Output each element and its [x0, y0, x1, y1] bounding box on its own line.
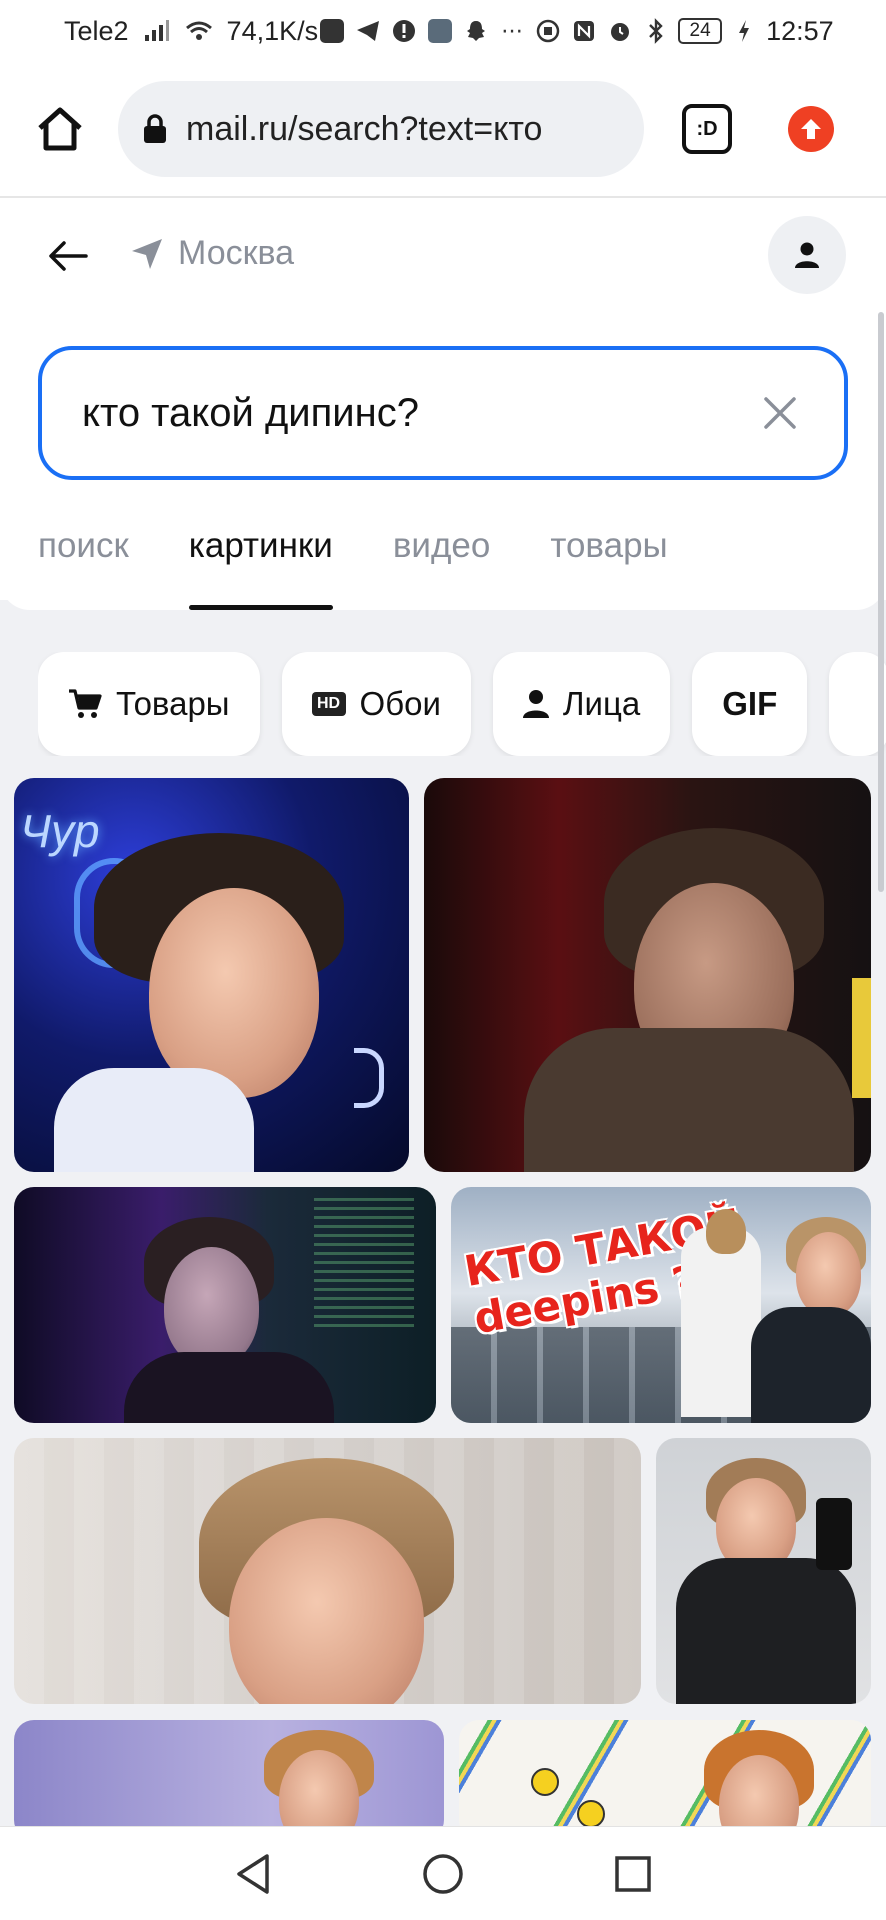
search-input[interactable]: кто такой дипинс? — [38, 346, 848, 480]
nav-home-button[interactable] — [413, 1844, 473, 1904]
app-notification-icon — [426, 17, 454, 45]
arrow-left-icon — [49, 241, 88, 271]
square-recents-icon — [615, 1855, 651, 1892]
search-query: кто такой дипинс? — [82, 390, 419, 435]
chip-wallpapers[interactable]: HD Обои — [281, 652, 471, 756]
system-navigation-bar — [0, 1826, 886, 1920]
nav-back-button[interactable] — [223, 1844, 283, 1904]
more-notifications-icon: ⋯ — [501, 18, 524, 43]
neon-text: Чур — [20, 805, 100, 857]
signal-icon — [143, 17, 171, 45]
tabs-button[interactable]: :D — [682, 104, 732, 154]
user-icon — [795, 242, 819, 268]
url-text: mail.ru/search?text=кто — [186, 109, 543, 148]
chip-faces-label: Лица — [562, 685, 641, 722]
image-result[interactable] — [14, 1720, 444, 1840]
data-icon — [534, 17, 562, 45]
image-result[interactable] — [14, 1187, 436, 1423]
location-label: Москва — [178, 234, 295, 272]
chip-wallpapers-label: Обои — [359, 685, 441, 722]
wifi-icon — [185, 17, 213, 45]
tab-products[interactable]: товары — [550, 520, 667, 610]
location-arrow-icon — [132, 238, 162, 269]
browser-toolbar: mail.ru/search?text=кто :D — [0, 62, 886, 198]
tab-video[interactable]: видео — [393, 520, 491, 610]
update-button[interactable] — [788, 106, 834, 152]
circle-home-icon — [423, 1853, 463, 1894]
telegram-icon — [354, 17, 382, 45]
image-result[interactable]: КТО ТАКОЙ deepins ? — [451, 1187, 871, 1423]
arrow-up-icon — [801, 119, 821, 139]
nav-recents-button[interactable] — [603, 1844, 663, 1904]
alarm-icon — [606, 17, 634, 45]
address-bar[interactable]: mail.ru/search?text=кто — [118, 81, 644, 177]
chip-products-label: Товары — [116, 685, 230, 722]
home-icon — [38, 107, 82, 151]
triangle-back-icon — [237, 1853, 269, 1894]
page-scrollbar[interactable] — [878, 312, 884, 892]
person-icon — [522, 690, 549, 718]
cart-icon — [69, 689, 102, 718]
search-tabs: поиск картинки видео товары — [38, 520, 668, 610]
image-result[interactable]: Чур — [14, 778, 409, 1172]
youtube-icon — [318, 17, 346, 45]
lock-icon — [144, 114, 166, 143]
back-button[interactable] — [40, 232, 96, 280]
image-result[interactable] — [656, 1438, 871, 1704]
chip-faces[interactable]: Лица — [492, 652, 671, 756]
tab-search[interactable]: поиск — [38, 520, 129, 610]
clear-search-button[interactable] — [756, 389, 804, 437]
location-selector[interactable]: Москва — [130, 234, 294, 273]
chip-gif-label: GIF — [722, 685, 778, 722]
alert-icon — [390, 17, 418, 45]
carrier-label: Tele2 — [64, 15, 129, 46]
profile-button[interactable] — [768, 216, 846, 294]
filter-chips: Товары HD Обои Лица GIF — [38, 652, 886, 756]
tab-images[interactable]: картинки — [188, 520, 333, 610]
snapchat-icon — [462, 17, 490, 45]
battery-icon: 24 — [678, 18, 723, 44]
bluetooth-icon — [642, 17, 670, 45]
nfc-icon — [570, 17, 598, 45]
tabs-glyph: :D — [696, 117, 718, 140]
charging-icon — [730, 17, 758, 45]
status-bar: Tele2 74,1K/s ⋯ 24 12:57 — [0, 0, 886, 62]
image-result[interactable] — [424, 778, 871, 1172]
image-result[interactable] — [14, 1438, 641, 1704]
chip-gif[interactable]: GIF — [692, 652, 808, 756]
chip-products[interactable]: Товары — [38, 652, 260, 756]
net-speed: 74,1K/s — [226, 15, 319, 46]
home-button[interactable] — [24, 93, 96, 165]
hd-icon: HD — [311, 692, 346, 716]
close-icon — [764, 397, 796, 429]
image-result[interactable] — [459, 1720, 871, 1840]
clock: 12:57 — [766, 15, 834, 46]
